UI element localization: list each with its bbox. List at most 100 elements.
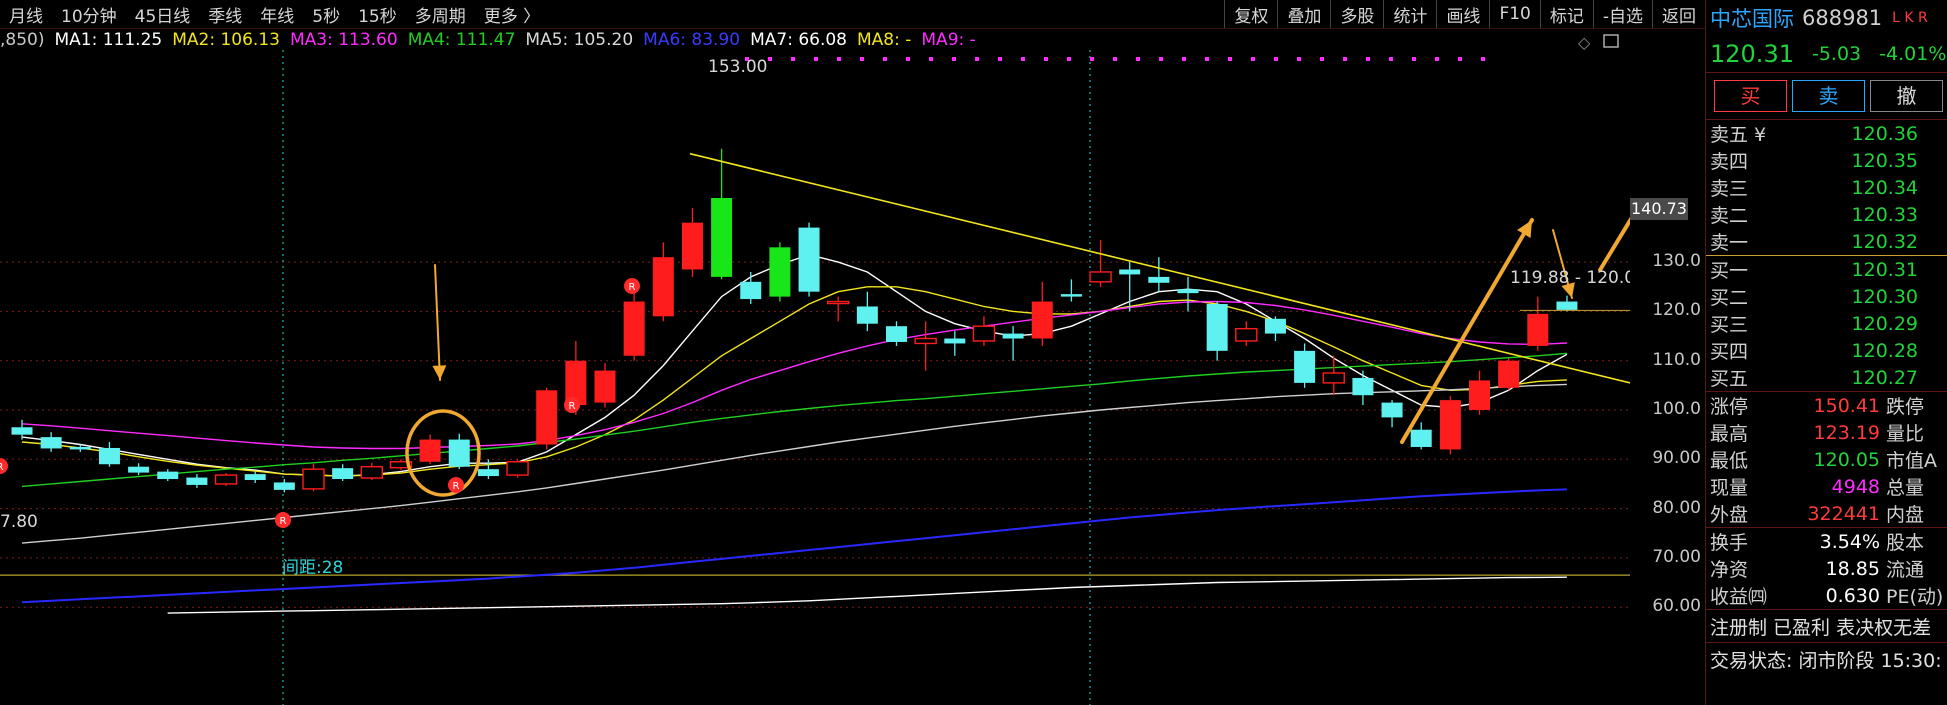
candle[interactable] (1498, 358, 1520, 391)
period-tab[interactable]: 更多 〉 (475, 2, 549, 27)
trend-line[interactable] (689, 152, 1630, 384)
candle[interactable] (506, 459, 529, 478)
target-arrow-annotation[interactable] (1598, 130, 1630, 272)
sell-button[interactable]: 卖 (1792, 80, 1865, 112)
asks-row[interactable]: 卖四 120.35 (1706, 147, 1947, 174)
up-arrow-annotation[interactable] (1400, 218, 1534, 444)
bids-row[interactable]: 买一 120.31 (1706, 256, 1947, 283)
candle[interactable] (798, 222, 820, 297)
period-tab[interactable]: 45日线 (126, 2, 200, 27)
signal-dot (883, 57, 887, 61)
toolbar-button[interactable]: 标记 (1539, 0, 1593, 28)
period-tab[interactable]: 月线 (0, 2, 52, 27)
candle[interactable] (1235, 321, 1258, 346)
stat-label-2: 股本 (1886, 532, 1925, 554)
candle[interactable] (1002, 326, 1024, 361)
candle[interactable] (972, 316, 996, 346)
candle[interactable] (914, 321, 937, 371)
candle[interactable] (1177, 276, 1199, 312)
candle[interactable] (740, 271, 762, 305)
candle[interactable] (652, 242, 674, 322)
asks-row[interactable]: 卖五 ¥ 120.36 (1706, 120, 1947, 147)
period-tab[interactable]: 年线 (251, 2, 303, 27)
candle[interactable] (11, 419, 33, 440)
stat-label-2: 内盘 (1886, 504, 1925, 526)
candle[interactable] (856, 291, 878, 332)
candle[interactable] (1294, 343, 1316, 388)
toolbar-button[interactable]: 多股 (1330, 0, 1383, 28)
asks-row[interactable]: 卖一 120.32 (1706, 228, 1947, 255)
candle[interactable] (448, 433, 470, 470)
candle[interactable] (1439, 396, 1461, 455)
period-tab[interactable]: 15秒 (349, 2, 406, 27)
candle[interactable] (1556, 295, 1578, 312)
period-tab[interactable]: 多周期 (406, 2, 475, 27)
toolbar-button[interactable]: F10 (1489, 0, 1539, 28)
asks-row[interactable]: 卖二 120.33 (1706, 201, 1947, 228)
candle[interactable] (1148, 257, 1170, 292)
signal-dot (1297, 57, 1301, 61)
window-icon[interactable] (1603, 34, 1619, 48)
bids-row[interactable]: 买五 120.27 (1706, 364, 1947, 391)
stat-label: 最高 (1710, 423, 1749, 445)
candle[interactable] (594, 363, 616, 408)
diamond-icon[interactable]: ◇ (1578, 33, 1591, 52)
candle[interactable] (128, 463, 150, 476)
candle[interactable] (769, 242, 791, 302)
candle[interactable] (273, 479, 295, 493)
r-marker-icon: R (448, 477, 464, 493)
candle[interactable] (536, 387, 558, 450)
candle[interactable] (1469, 370, 1490, 415)
toolbar-button[interactable]: 画线 (1436, 0, 1489, 28)
candle[interactable] (1060, 279, 1082, 302)
candle[interactable] (186, 474, 208, 488)
toolbar-button[interactable]: 统计 (1383, 0, 1436, 28)
candle[interactable] (711, 148, 733, 280)
y-tick-label: 110.0 (1652, 349, 1701, 370)
candle[interactable] (886, 321, 907, 346)
candle[interactable] (1206, 301, 1228, 361)
stat-label: 外盘 (1710, 504, 1749, 526)
candle[interactable] (40, 432, 62, 452)
candle[interactable] (332, 464, 354, 481)
candle[interactable] (1089, 239, 1112, 287)
candle[interactable] (681, 207, 703, 277)
buy-button[interactable]: 买 (1714, 80, 1787, 112)
candle[interactable] (1527, 296, 1549, 351)
period-tab[interactable]: 5秒 (303, 2, 349, 27)
bids-row[interactable]: 买三 120.29 (1706, 310, 1947, 337)
candle[interactable] (1352, 370, 1374, 406)
svg-text:R: R (629, 282, 636, 293)
y-tick-label: 130.0 (1652, 251, 1701, 272)
toolbar-button[interactable]: 叠加 (1277, 0, 1330, 28)
candle[interactable] (419, 434, 441, 465)
candle[interactable] (98, 442, 120, 467)
ma-line-ma6 (21, 488, 1567, 604)
candle[interactable] (1031, 281, 1053, 346)
toolbar-button[interactable]: 复权 (1224, 0, 1277, 28)
stat-row: 最低 120.05 市值A (1706, 446, 1947, 473)
candle[interactable] (360, 462, 383, 481)
asks-row[interactable]: 卖三 120.34 (1706, 174, 1947, 201)
toolbar-button[interactable]: -自选 (1592, 0, 1652, 28)
candle[interactable] (214, 473, 238, 486)
candle[interactable] (1410, 422, 1432, 450)
stat-value: 18.85 (1825, 557, 1880, 580)
period-tab[interactable]: 季线 (199, 2, 251, 27)
candle[interactable] (157, 469, 179, 481)
candle[interactable] (827, 296, 850, 322)
period-tab[interactable]: 10分钟 (52, 2, 126, 27)
candle[interactable] (1264, 316, 1286, 341)
candle[interactable] (244, 471, 266, 483)
candle[interactable] (302, 464, 325, 492)
bids-row[interactable]: 买四 120.28 (1706, 337, 1947, 364)
toolbar-button[interactable]: 返回 (1652, 0, 1705, 28)
bids-row[interactable]: 买二 120.30 (1706, 283, 1947, 310)
candlestick-chart[interactable]: R R R R R 153.00 7.80 间距:28 119.88 - 120.0 ◇ (0, 30, 1630, 705)
candle[interactable] (944, 331, 966, 356)
candle[interactable] (477, 459, 499, 480)
candle[interactable] (1322, 355, 1345, 396)
candle[interactable] (1381, 400, 1403, 428)
cancel-order-button[interactable]: 撤 (1870, 80, 1943, 112)
down-arrow-annotation[interactable] (432, 264, 447, 381)
